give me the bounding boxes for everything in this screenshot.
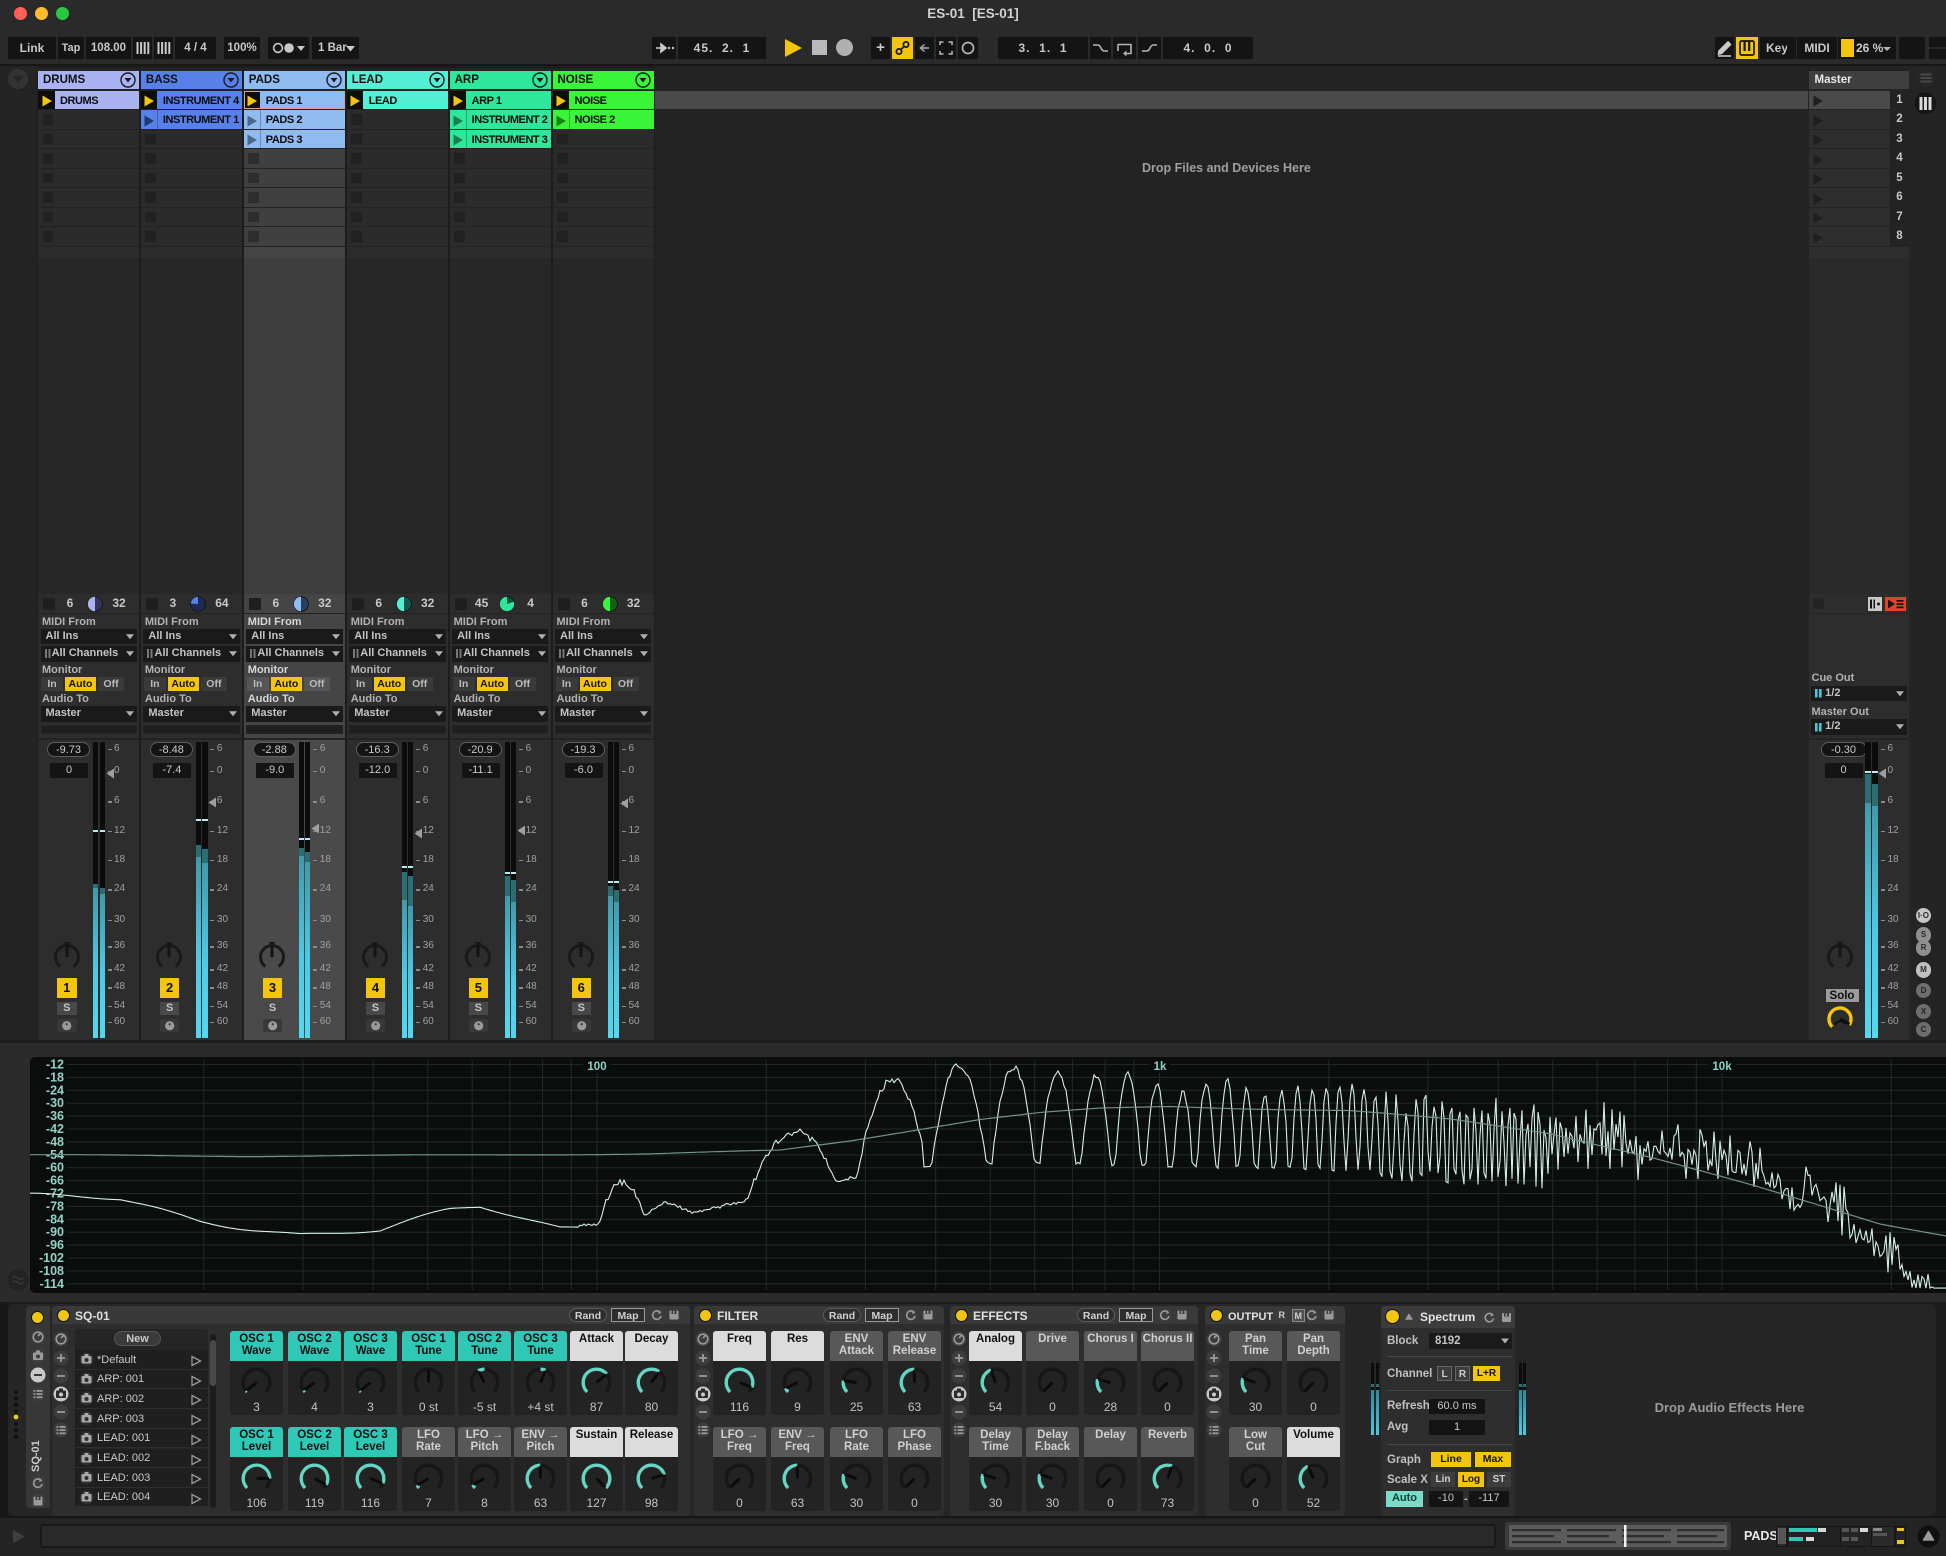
svg-text:-12: -12 <box>46 1058 64 1072</box>
svg-text:-78: -78 <box>46 1199 64 1213</box>
svg-text:10k: 10k <box>1712 1061 1732 1073</box>
svg-text:100: 100 <box>587 1061 606 1073</box>
svg-text:-84: -84 <box>46 1212 64 1226</box>
svg-text:-24: -24 <box>46 1083 64 1097</box>
svg-text:-36: -36 <box>46 1109 64 1123</box>
svg-text:-108: -108 <box>39 1264 64 1278</box>
svg-text:-114: -114 <box>40 1277 64 1291</box>
svg-text:-60: -60 <box>46 1161 64 1175</box>
svg-text:-102: -102 <box>39 1251 64 1265</box>
svg-text:-30: -30 <box>46 1096 64 1110</box>
svg-text:-90: -90 <box>46 1225 64 1239</box>
svg-text:-48: -48 <box>46 1135 64 1149</box>
svg-text:-42: -42 <box>46 1122 64 1136</box>
svg-text:-66: -66 <box>46 1174 64 1188</box>
svg-text:-96: -96 <box>46 1238 64 1252</box>
svg-text:1k: 1k <box>1154 1061 1167 1073</box>
svg-text:-18: -18 <box>46 1070 64 1084</box>
